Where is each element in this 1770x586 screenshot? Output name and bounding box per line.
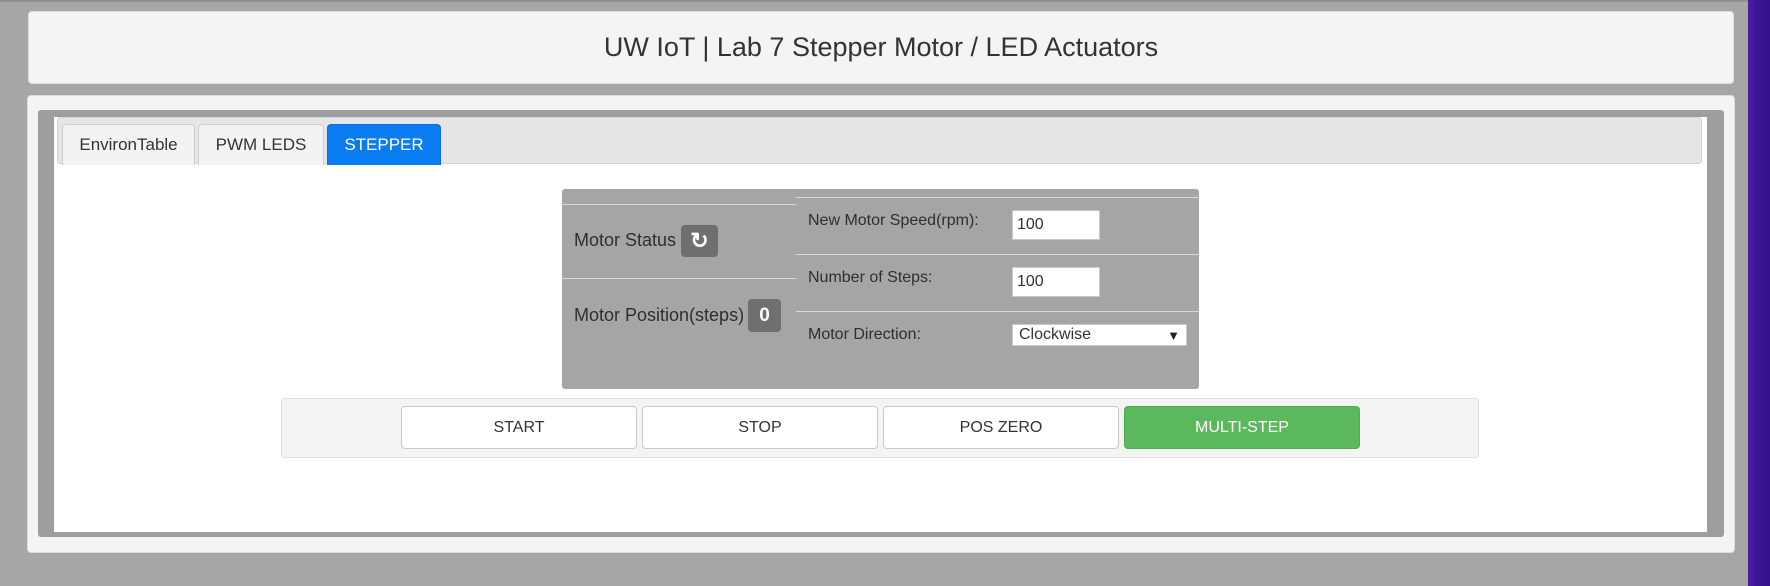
multi-step-button[interactable]: MULTI-STEP <box>1124 406 1360 449</box>
desktop-background-edge <box>1748 0 1770 586</box>
divider <box>562 204 796 205</box>
steps-input[interactable] <box>1012 267 1100 297</box>
page-title: UW IoT | Lab 7 Stepper Motor / LED Actua… <box>603 32 1159 62</box>
window-top-edge <box>0 0 1770 2</box>
divider <box>796 197 1199 198</box>
direction-select[interactable]: Clockwise ▼ <box>1012 324 1187 346</box>
speed-label: New Motor Speed(rpm): <box>808 212 979 229</box>
divider <box>562 278 796 279</box>
dropdown-arrow-icon: ▼ <box>1167 327 1180 343</box>
divider <box>796 254 1199 255</box>
direction-selected-value: Clockwise <box>1019 326 1092 343</box>
start-button[interactable]: START <box>401 406 637 449</box>
motor-position-label: Motor Position(steps) <box>574 305 745 325</box>
page-header: UW IoT | Lab 7 Stepper Motor / LED Actua… <box>28 11 1734 84</box>
tab-stepper[interactable]: STEPPER <box>327 124 441 165</box>
divider <box>796 311 1199 312</box>
steps-label: Number of Steps: <box>808 269 933 286</box>
motor-status-label: Motor Status <box>574 230 677 250</box>
pos-zero-button[interactable]: POS ZERO <box>883 406 1119 449</box>
stop-button[interactable]: STOP <box>642 406 878 449</box>
motor-position-value: 0 <box>748 299 781 332</box>
tab-environtable[interactable]: EnvironTable <box>62 124 195 165</box>
direction-label: Motor Direction: <box>808 326 921 343</box>
refresh-icon[interactable]: ↻ <box>681 225 718 257</box>
speed-input[interactable] <box>1012 210 1100 240</box>
tab-pwm-leds[interactable]: PWM LEDS <box>198 124 324 165</box>
